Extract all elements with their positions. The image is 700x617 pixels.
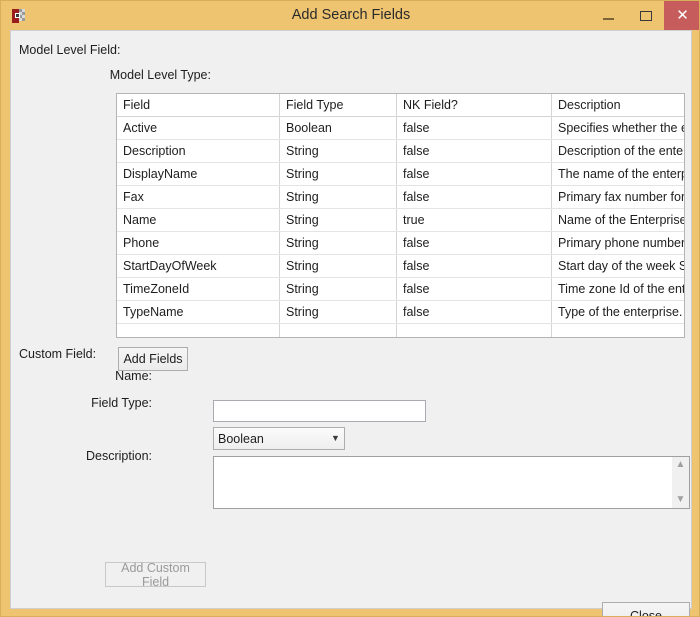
description-scrollbar[interactable]: ▲ ▼: [672, 457, 689, 508]
cell-nk-field: false: [396, 300, 552, 324]
cell-field: DisplayName: [117, 162, 280, 186]
minimize-icon: [603, 17, 614, 20]
column-header-nk-field[interactable]: NK Field?: [396, 94, 552, 117]
custom-field-description-input[interactable]: [214, 457, 672, 508]
cell-field-type: String: [279, 300, 397, 324]
close-dialog-button[interactable]: Close: [602, 602, 690, 616]
scroll-up-icon[interactable]: ▲: [676, 460, 686, 470]
cell-nk-field: false: [396, 231, 552, 255]
custom-field-type-dropdown[interactable]: Boolean ▼: [213, 427, 345, 450]
cell-nk-field: false: [396, 116, 552, 140]
table-row[interactable]: Description String false Description of the…: [117, 139, 684, 163]
cell-field-type: String: [279, 254, 397, 278]
table-row[interactable]: TypeName String false Type of the enterpris…: [117, 300, 684, 324]
table-row[interactable]: DisplayName String false The name of the en…: [117, 162, 684, 186]
cell-nk-field: false: [396, 254, 552, 278]
cell-field: StartDayOfWeek: [117, 254, 280, 278]
maximize-icon: [639, 10, 652, 21]
cell-description: Name of the Enterprise: [551, 208, 684, 232]
cell-field-type: String: [279, 139, 397, 163]
dialog-client-area: Model Level Field: Model Level Type: Ent…: [10, 30, 692, 616]
table-row[interactable]: Active Boolean false Specifies whether the …: [117, 116, 684, 140]
cell-field-type: String: [279, 231, 397, 255]
add-custom-field-button[interactable]: Add Custom Field: [105, 561, 206, 589]
model-fields-grid[interactable]: Field Field Type NK Field? Description A…: [116, 93, 685, 338]
cell-nk-field: [396, 323, 552, 337]
close-icon: ✕: [676, 6, 689, 24]
cell-description: Primary fax number for ...: [551, 185, 684, 209]
table-row[interactable]: Name String true Name of the Enterprise: [117, 208, 684, 232]
cell-nk-field: false: [396, 185, 552, 209]
cell-description: Type of the enterprise. ...: [551, 300, 684, 324]
table-row[interactable]: TimeZoneId String false Time zone Id of the…: [117, 277, 684, 301]
cell-field-type: String: [279, 208, 397, 232]
table-header-row: Field Field Type NK Field? Description: [117, 94, 684, 117]
column-header-description[interactable]: Description: [551, 94, 684, 117]
title-bar: Add Search Fields ✕: [1, 1, 699, 30]
cell-description: Primary phone number ...: [551, 231, 684, 255]
cell-field: Name: [117, 208, 280, 232]
custom-field-section-label: Custom Field:: [19, 347, 97, 361]
cell-field-type: Boolean: [279, 116, 397, 140]
maximize-button[interactable]: [627, 1, 664, 30]
cell-field-type: String: [279, 162, 397, 186]
scroll-down-icon[interactable]: ▼: [676, 495, 686, 505]
dialog-window: Add Search Fields ✕ Model Level Field: M…: [0, 0, 700, 617]
cell-field: [117, 323, 280, 337]
cell-field: TypeName: [117, 300, 280, 324]
cell-nk-field: false: [396, 139, 552, 163]
column-header-field[interactable]: Field: [117, 94, 280, 117]
custom-field-description-wrapper: ▲ ▼: [213, 456, 690, 509]
table-row[interactable]: PhoneStringfalsePrimary phone number ...: [117, 231, 684, 255]
custom-field-type-label: Field Type:: [91, 396, 152, 410]
cell-field: Active: [117, 116, 280, 140]
custom-field-description-label: Description:: [86, 449, 152, 463]
table-row[interactable]: FaxStringfalsePrimary fax number for ...: [117, 185, 684, 209]
cell-field: TimeZoneId: [117, 277, 280, 301]
custom-field-name-input[interactable]: [213, 400, 426, 422]
cell-field-type: String: [279, 185, 397, 209]
add-fields-button[interactable]: Add Fields: [118, 347, 188, 371]
cell-description: Specifies whether the e...: [551, 116, 684, 140]
cell-field-type: [279, 323, 397, 337]
model-fields-table: Field Field Type NK Field? Description A…: [117, 94, 684, 337]
model-level-field-section-label: Model Level Field:: [19, 43, 121, 57]
cell-description: [551, 323, 684, 337]
cell-field: Fax: [117, 185, 280, 209]
custom-field-type-value: Boolean: [218, 431, 264, 446]
cell-description: Description of the enter...: [551, 139, 684, 163]
chevron-down-icon: ▼: [331, 433, 340, 443]
column-header-field-type[interactable]: Field Type: [279, 94, 397, 117]
model-level-type-label: Model Level Type:: [109, 68, 211, 82]
cell-description: Time zone Id of the ent...: [551, 277, 684, 301]
cell-field-type: String: [279, 277, 397, 301]
table-row[interactable]: StartDayOfWeek String false Start day of th…: [117, 254, 684, 278]
minimize-button[interactable]: [590, 1, 627, 30]
cell-description: Start day of the week Su...: [551, 254, 684, 278]
cell-description: The name of the enterp...: [551, 162, 684, 186]
cell-nk-field: false: [396, 277, 552, 301]
custom-field-name-label: Name:: [115, 369, 152, 383]
close-window-button[interactable]: ✕: [664, 1, 699, 30]
cell-field: Description: [117, 139, 280, 163]
table-body: Active Boolean false Specifies whether the …: [117, 116, 684, 337]
table-header: Field Field Type NK Field? Description: [117, 94, 684, 117]
cell-field: Phone: [117, 231, 280, 255]
table-row[interactable]: [117, 323, 684, 337]
cell-nk-field: true: [396, 208, 552, 232]
app-icon: [12, 9, 25, 23]
cell-nk-field: false: [396, 162, 552, 186]
